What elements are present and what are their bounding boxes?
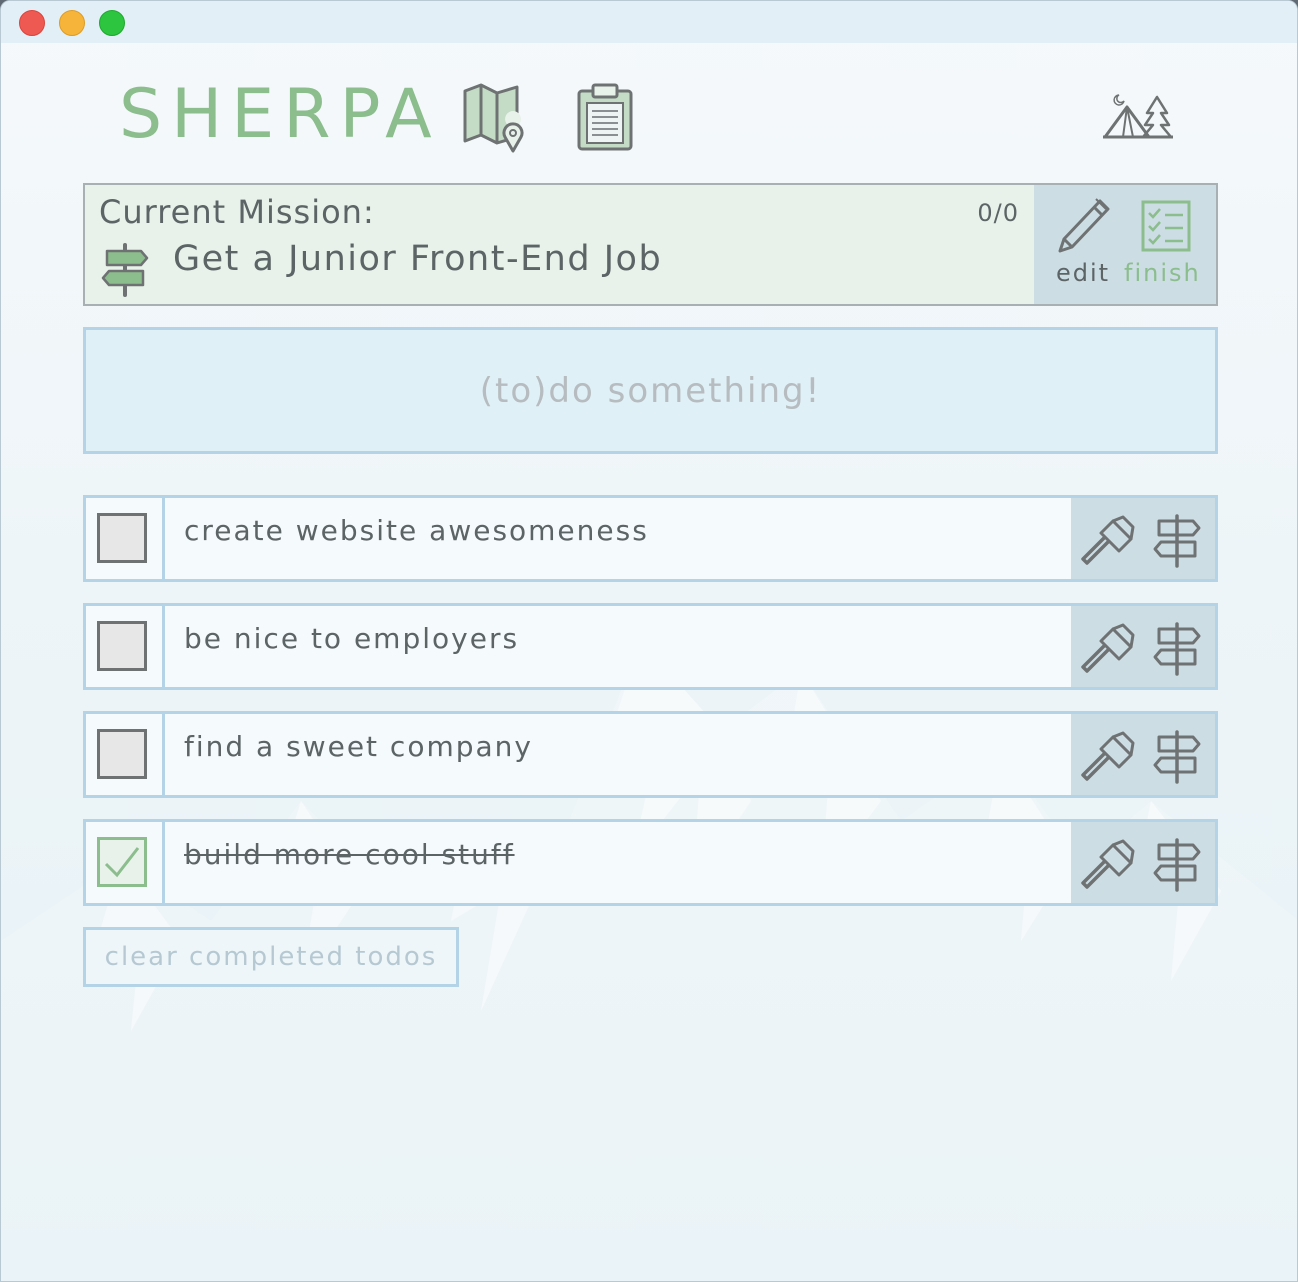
signpost-icon [101, 243, 149, 297]
clear-completed-button[interactable]: clear completed todos [83, 927, 459, 987]
todo-check-cell [86, 498, 165, 579]
campsite-icon[interactable] [1101, 91, 1175, 141]
clipboard-icon[interactable] [575, 83, 637, 151]
todo-check-cell [86, 714, 165, 795]
app-window: SHERPA Current Mission: 0/0 Get a Junior… [0, 0, 1298, 1282]
finish-mission-button[interactable]: finish [1124, 259, 1201, 287]
checklist-icon[interactable] [1140, 199, 1192, 253]
todo-actions [1071, 714, 1215, 795]
signpost-icon[interactable] [1151, 728, 1203, 784]
mission-label: Current Mission: [99, 193, 375, 231]
todo-item: create website awesomeness [83, 495, 1218, 582]
mission-title: Get a Junior Front-End Job [173, 239, 663, 279]
todo-checkbox[interactable] [97, 621, 147, 671]
signpost-icon[interactable] [1151, 836, 1203, 892]
todo-check-cell [86, 822, 165, 903]
todo-checkbox[interactable] [97, 729, 147, 779]
todo-actions [1071, 822, 1215, 903]
todo-item: be nice to employers [83, 603, 1218, 690]
edit-mission-button[interactable]: edit [1056, 259, 1110, 287]
signpost-icon[interactable] [1151, 620, 1203, 676]
window-maximize-button[interactable] [99, 10, 125, 36]
axe-icon[interactable] [1079, 839, 1135, 889]
todo-text[interactable]: find a sweet company [184, 730, 533, 763]
mission-actions: edit finish [1034, 185, 1216, 304]
todo-check-cell [86, 606, 165, 687]
todo-checkbox-checked[interactable] [97, 837, 147, 887]
title-bar [1, 1, 1297, 43]
checkmark-icon [104, 847, 140, 878]
axe-icon[interactable] [1079, 623, 1135, 673]
todo-actions [1071, 498, 1215, 579]
mission-progress-count: 0/0 [977, 199, 1019, 227]
todo-text[interactable]: build more cool stuff [184, 838, 515, 871]
axe-icon[interactable] [1079, 515, 1135, 565]
current-mission-panel: Current Mission: 0/0 Get a Junior Front-… [83, 183, 1218, 306]
todo-item: find a sweet company [83, 711, 1218, 798]
todo-list: create website awesomeness be nice to em… [83, 495, 1218, 927]
window-close-button[interactable] [19, 10, 45, 36]
window-minimize-button[interactable] [59, 10, 85, 36]
signpost-icon[interactable] [1151, 512, 1203, 568]
todo-actions [1071, 606, 1215, 687]
todo-checkbox[interactable] [97, 513, 147, 563]
todo-item-completed: build more cool stuff [83, 819, 1218, 906]
pencil-icon[interactable] [1056, 197, 1110, 255]
todo-text[interactable]: create website awesomeness [184, 514, 649, 547]
new-todo-input[interactable] [83, 327, 1218, 454]
todo-text[interactable]: be nice to employers [184, 622, 519, 655]
map-icon[interactable] [459, 81, 529, 153]
axe-icon[interactable] [1079, 731, 1135, 781]
app-logo: SHERPA [119, 75, 441, 154]
